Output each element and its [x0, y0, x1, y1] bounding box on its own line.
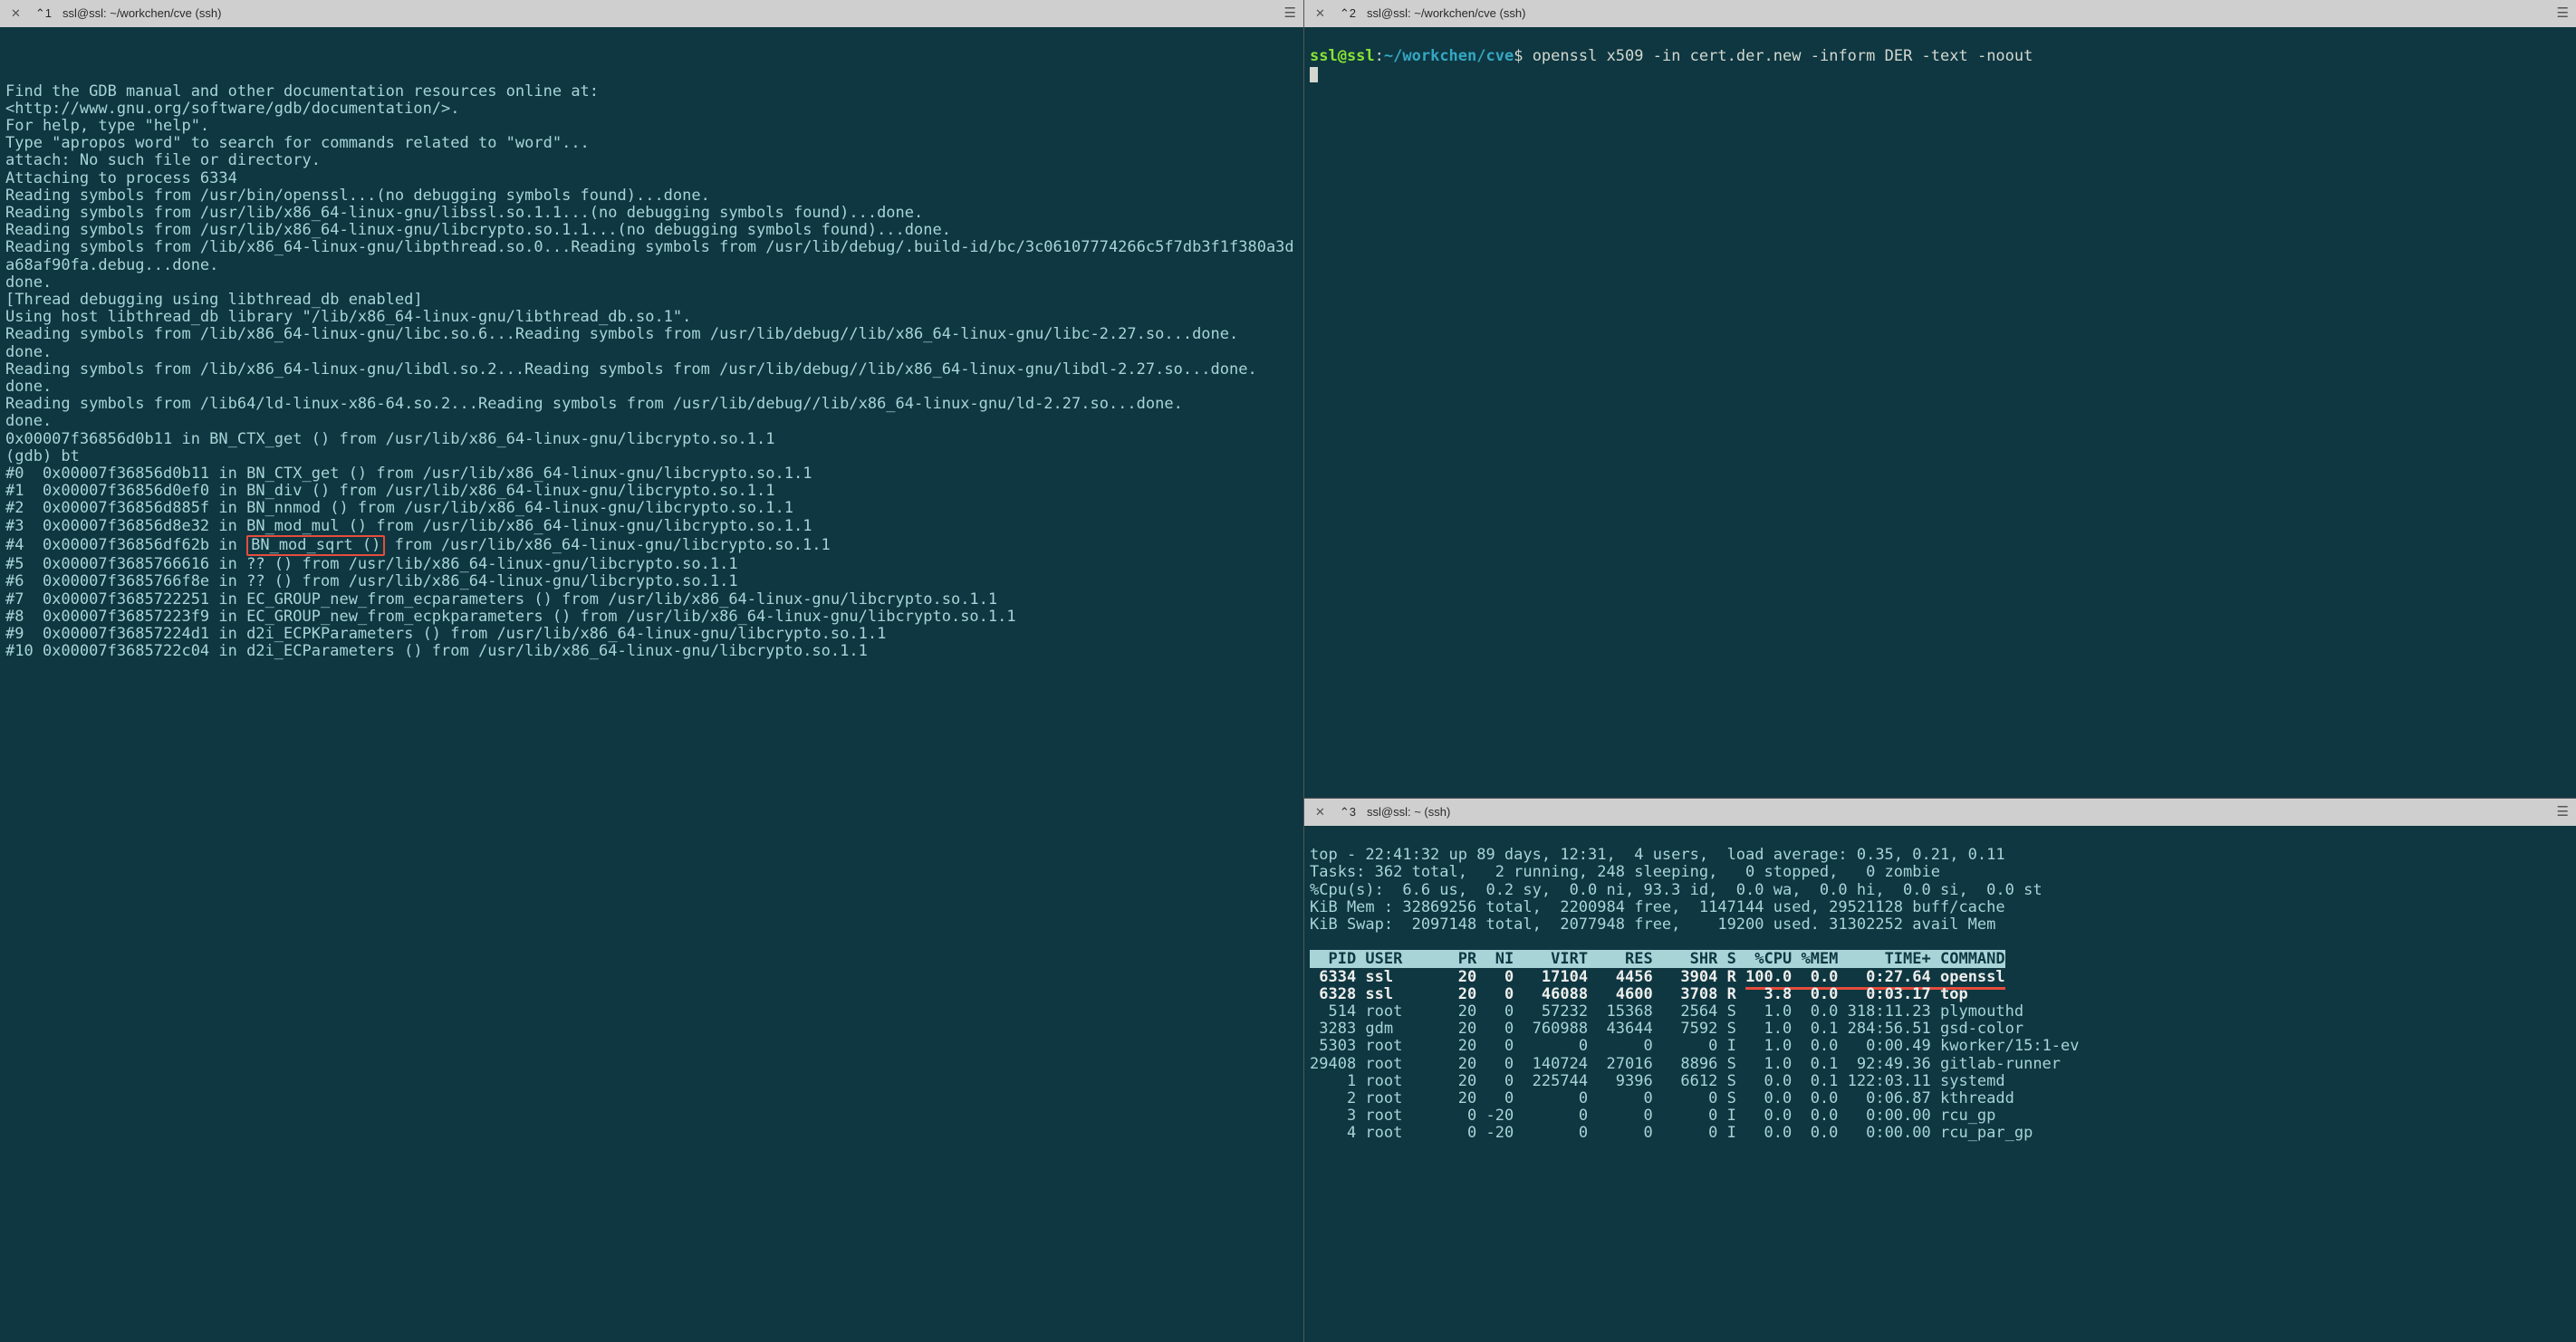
right-bottom-pane: ✕ ⌃3 ssl@ssl: ~ (ssh) ☰ top - 22:41:32 u…: [1304, 799, 2576, 1342]
tab-index-label: ⌃3: [1340, 804, 1356, 821]
top-summary-line: top - 22:41:32 up 89 days, 12:31, 4 user…: [1310, 846, 2005, 864]
command-text: openssl x509 -in cert.der.new -inform DE…: [1523, 47, 2033, 65]
top-process-row: 4 root 0 -20 0 0 0 I 0.0 0.0 0:00.00 rcu…: [1310, 1124, 2033, 1142]
top-summary-line: KiB Mem : 32869256 total, 2200984 free, …: [1310, 898, 2005, 916]
top-summary-line: Tasks: 362 total, 2 running, 248 sleepin…: [1310, 863, 1940, 881]
top-process-row: 2 root 20 0 0 0 0 S 0.0 0.0 0:06.87 kthr…: [1310, 1089, 2014, 1107]
top-process-row: 6328 ssl 20 0 46088 4600 3708 R 3.8 0.0 …: [1310, 985, 1968, 1003]
right-column: ✕ ⌃2 ssl@ssl: ~/workchen/cve (ssh) ☰ ssl…: [1304, 0, 2576, 1342]
tab-title: ssl@ssl: ~/workchen/cve (ssh): [1367, 5, 1525, 23]
top-summary-line: KiB Swap: 2097148 total, 2077948 free, 1…: [1310, 915, 1995, 934]
top-process-row: 5303 root 20 0 0 0 0 I 1.0 0.0 0:00.49 k…: [1310, 1037, 2080, 1055]
shell-prompt: ssl@ssl:~/workchen/cve$ openssl x509 -in…: [1310, 47, 2033, 65]
tab-index-label: ⌃2: [1340, 5, 1356, 23]
terminal-left[interactable]: Find the GDB manual and other documentat…: [0, 27, 1303, 1342]
terminal-top-right[interactable]: ssl@ssl:~/workchen/cve$ openssl x509 -in…: [1304, 27, 2576, 798]
close-icon[interactable]: ✕: [7, 5, 24, 23]
top-process-row: 514 root 20 0 57232 15368 2564 S 1.0 0.0…: [1310, 1002, 2023, 1021]
top-process-row: 3 root 0 -20 0 0 0 I 0.0 0.0 0:00.00 rcu…: [1310, 1107, 1995, 1125]
menu-icon[interactable]: ☰: [1284, 4, 1296, 24]
tabbar-bottom-right: ✕ ⌃3 ssl@ssl: ~ (ssh) ☰: [1304, 799, 2576, 826]
top-process-row: 29408 root 20 0 140724 27016 8896 S 1.0 …: [1310, 1055, 2061, 1073]
close-icon[interactable]: ✕: [1312, 5, 1329, 23]
menu-icon[interactable]: ☰: [2557, 4, 2569, 24]
gdb-output: Find the GDB manual and other documentat…: [5, 65, 1298, 677]
tabbar-top-right: ✕ ⌃2 ssl@ssl: ~/workchen/cve (ssh) ☰: [1304, 0, 2576, 27]
cursor: [1310, 67, 1318, 82]
menu-icon[interactable]: ☰: [2557, 802, 2569, 822]
highlighted-function: BN_mod_sqrt (): [246, 535, 385, 556]
tab-index-label: ⌃1: [35, 5, 52, 23]
tab-title: ssl@ssl: ~/workchen/cve (ssh): [62, 5, 221, 23]
top-process-row: 3283 gdm 20 0 760988 43644 7592 S 1.0 0.…: [1310, 1020, 2023, 1038]
tabbar-left: ✕ ⌃1 ssl@ssl: ~/workchen/cve (ssh) ☰: [0, 0, 1303, 27]
left-pane: ✕ ⌃1 ssl@ssl: ~/workchen/cve (ssh) ☰ Fin…: [0, 0, 1304, 1342]
top-process-row: 1 root 20 0 225744 9396 6612 S 0.0 0.1 1…: [1310, 1072, 2005, 1090]
top-summary-line: %Cpu(s): 6.6 us, 0.2 sy, 0.0 ni, 93.3 id…: [1310, 881, 2043, 899]
right-top-pane: ✕ ⌃2 ssl@ssl: ~/workchen/cve (ssh) ☰ ssl…: [1304, 0, 2576, 799]
tab-title: ssl@ssl: ~ (ssh): [1367, 804, 1450, 821]
terminal-bottom-right[interactable]: top - 22:41:32 up 89 days, 12:31, 4 user…: [1304, 826, 2576, 1342]
close-icon[interactable]: ✕: [1312, 804, 1329, 821]
top-header-row: PID USER PR NI VIRT RES SHR S %CPU %MEM …: [1310, 950, 2005, 968]
